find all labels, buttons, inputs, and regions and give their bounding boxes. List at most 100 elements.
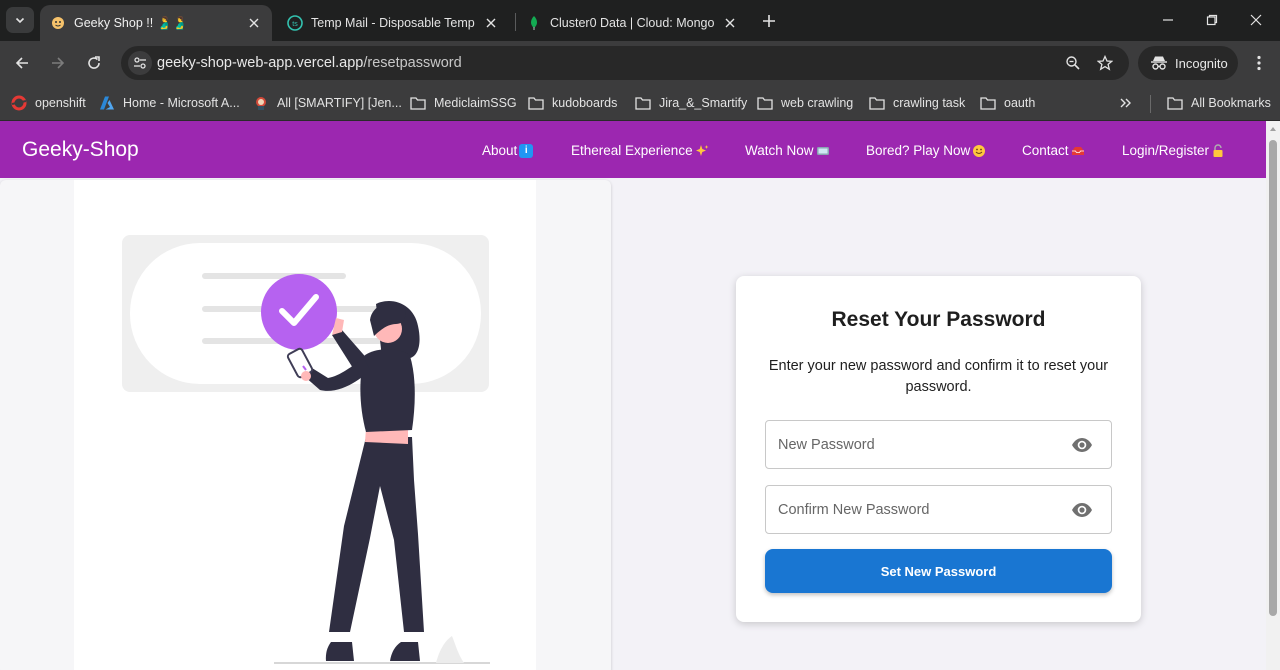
illustration-background (74, 180, 536, 670)
nav-contact[interactable]: Contact (1022, 143, 1085, 158)
close-icon[interactable] (722, 15, 738, 31)
tab-title: Geeky Shop !! 🫃🫃 (74, 15, 188, 30)
incognito-label: Incognito (1175, 55, 1228, 71)
page-scrollbar[interactable] (1266, 121, 1280, 670)
bookmark-label: oauth (1004, 96, 1036, 110)
reset-title: Reset Your Password (831, 308, 1046, 331)
nav-label: Login/Register (1122, 143, 1210, 158)
bookmark-folder-web-crawling[interactable]: web crawling (757, 93, 853, 113)
bookmark-folder-kudoboards[interactable]: kudoboards (528, 93, 617, 113)
site-info-icon[interactable] (128, 51, 152, 75)
scrollbar-thumb[interactable] (1269, 140, 1277, 616)
restore-icon (1206, 14, 1218, 26)
nav-bored-play-now[interactable]: Bored? Play Now (866, 143, 986, 158)
tab-title: Cluster0 Data | Cloud: MongoDB (550, 16, 714, 30)
tab-temp-mail[interactable]: ts Temp Mail - Disposable Tempor (277, 5, 509, 41)
double-chevron-right-icon (1120, 98, 1131, 108)
inbox-emoji-icon (1071, 144, 1085, 158)
bookmark-label: openshift (35, 96, 86, 110)
folder-icon (1167, 95, 1183, 111)
nav-label: Contact (1022, 143, 1069, 158)
minimize-button[interactable] (1156, 9, 1180, 31)
confirm-password-input[interactable] (778, 486, 1058, 533)
reload-button[interactable] (82, 51, 106, 75)
bookmark-label: crawling task (893, 96, 966, 110)
folder-icon (980, 95, 996, 111)
temp-mail-favicon-icon: ts (287, 15, 303, 31)
tab-mongodb[interactable]: Cluster0 Data | Cloud: MongoDB (516, 5, 748, 41)
all-bookmarks-button[interactable]: All Bookmarks (1167, 93, 1271, 113)
browser-tab-strip: Geeky Shop !! 🫃🫃 ts Temp Mail - Disposab… (0, 0, 1280, 41)
bookmark-folder-crawling-task[interactable]: crawling task (869, 93, 965, 113)
folder-icon (757, 95, 773, 111)
incognito-icon (1151, 56, 1167, 70)
folder-icon (410, 95, 426, 111)
nav-label: Ethereal Experience (571, 143, 693, 158)
reset-description: Enter your new password and confirm it t… (768, 358, 1109, 395)
nav-ethereal-experience[interactable]: Ethereal Experience (571, 143, 709, 158)
bookmark-star-icon[interactable] (1095, 53, 1115, 73)
password-reset-illustration (122, 235, 490, 664)
openshift-icon (11, 95, 27, 111)
bookmark-folder-mediclaimssg[interactable]: MediclaimSSG (410, 93, 517, 113)
arrow-right-icon (52, 57, 65, 69)
incognito-indicator[interactable]: Incognito (1138, 46, 1238, 80)
browser-menu-button[interactable] (1248, 52, 1270, 74)
tab-geeky-shop[interactable]: Geeky Shop !! 🫃🫃 (40, 5, 272, 41)
nav-watch-now[interactable]: Watch Now (745, 143, 830, 158)
bookmark-folder-jira-smartify[interactable]: Jira_&_Smartify (635, 93, 747, 113)
bookmark-label: Jira_&_Smartify (659, 96, 748, 110)
nav-login-register[interactable]: Login/Register (1122, 143, 1225, 158)
folder-icon (635, 95, 651, 111)
azure-icon (99, 95, 115, 111)
confirm-password-field[interactable] (765, 485, 1112, 534)
url-host: geeky-shop-web-app.vercel.app (157, 55, 364, 71)
geeky-shop-favicon-icon (50, 15, 66, 31)
scroll-up-arrow-icon[interactable] (1269, 125, 1277, 133)
zoom-icon[interactable] (1063, 53, 1083, 73)
eye-icon[interactable] (1071, 436, 1093, 454)
bookmarks-divider (1150, 95, 1151, 113)
nav-label: Bored? Play Now (866, 143, 971, 158)
unlock-emoji-icon (1211, 143, 1225, 158)
plus-icon (763, 15, 775, 27)
folder-icon (528, 95, 544, 111)
mongodb-leaf-icon (526, 15, 542, 31)
bookmark-openshift[interactable]: openshift (11, 93, 86, 113)
nav-about[interactable]: About i (482, 143, 534, 158)
illustration-panel (0, 180, 611, 670)
smile-emoji-icon (972, 144, 986, 158)
bookmark-label: web crawling (781, 96, 854, 110)
eye-icon[interactable] (1071, 501, 1093, 519)
close-icon[interactable] (246, 15, 262, 31)
bookmark-label: MediclaimSSG (434, 96, 517, 110)
new-password-input[interactable] (778, 421, 1058, 468)
url-path: /resetpassword (363, 55, 462, 71)
more-bookmarks-button[interactable] (1119, 93, 1133, 113)
brand-link[interactable]: Geeky-Shop (22, 138, 139, 162)
nav-label: Watch Now (745, 143, 814, 158)
bookmark-smartify-jenkins[interactable]: All [SMARTIFY] [Jen... (253, 93, 402, 113)
close-window-button[interactable] (1244, 9, 1268, 31)
restore-button[interactable] (1200, 9, 1224, 31)
bookmark-label: kudoboards (552, 96, 618, 110)
bookmark-azure-home[interactable]: Home - Microsoft A... (99, 93, 240, 113)
new-tab-button[interactable] (758, 10, 780, 32)
reload-icon (88, 56, 100, 69)
browser-toolbar: geeky-shop-web-app.vercel.app/resetpassw… (0, 41, 1280, 85)
close-icon[interactable] (483, 15, 499, 31)
more-vertical-icon (1257, 55, 1261, 71)
info-emoji-icon: i (519, 143, 534, 158)
bookmark-folder-oauth[interactable]: oauth (980, 93, 1035, 113)
set-new-password-button[interactable]: Set New Password (765, 549, 1112, 593)
forward-button[interactable] (46, 51, 70, 75)
tab-search-button[interactable] (6, 7, 34, 33)
bookmark-label: Home - Microsoft A... (123, 96, 240, 110)
address-bar[interactable]: geeky-shop-web-app.vercel.app/resetpassw… (121, 46, 1129, 80)
arrow-left-icon (15, 57, 28, 69)
url-text[interactable]: geeky-shop-web-app.vercel.app/resetpassw… (157, 55, 462, 71)
close-icon (1250, 14, 1262, 26)
page-content: Geeky-Shop About i Ethereal Experience W… (0, 121, 1266, 670)
new-password-field[interactable] (765, 420, 1112, 469)
back-button[interactable] (10, 51, 34, 75)
